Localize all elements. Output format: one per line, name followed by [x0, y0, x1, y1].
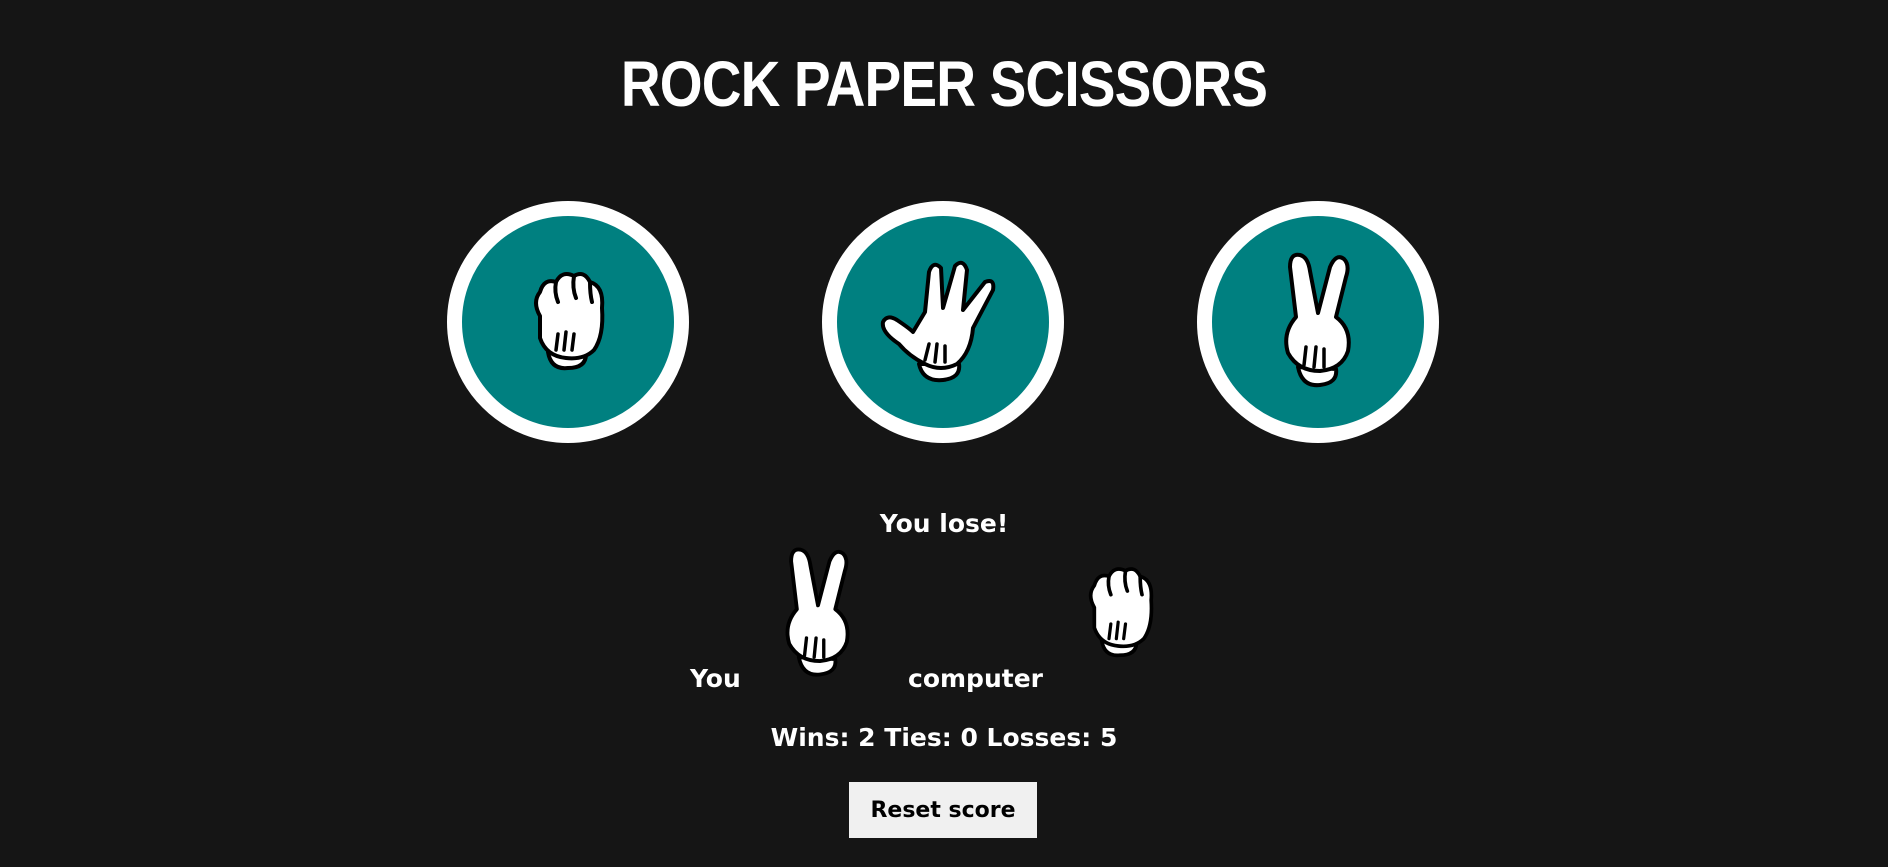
scissors-hand-icon [785, 547, 850, 677]
scissors-hand-icon [1284, 252, 1351, 388]
page-title: ROCK PAPER SCISSORS [620, 48, 1268, 120]
paper-button[interactable] [822, 201, 1064, 443]
result-message: You lose! [879, 509, 1009, 538]
scissors-button[interactable] [1197, 201, 1439, 443]
you-choice [770, 542, 866, 690]
reset-score-button[interactable]: Reset score [849, 782, 1037, 838]
game-page: ROCK PAPER SCISSORS You lose! You comput… [0, 0, 1888, 867]
rock-hand-icon [534, 272, 605, 371]
rock-hand-icon [1088, 567, 1154, 658]
you-label: You [690, 664, 741, 693]
rock-button[interactable] [447, 201, 689, 443]
computer-choice [1070, 558, 1170, 672]
score-text: Wins: 2 Ties: 0 Losses: 5 [770, 723, 1118, 752]
computer-label: computer [908, 664, 1043, 693]
paper-hand-icon [880, 260, 996, 383]
